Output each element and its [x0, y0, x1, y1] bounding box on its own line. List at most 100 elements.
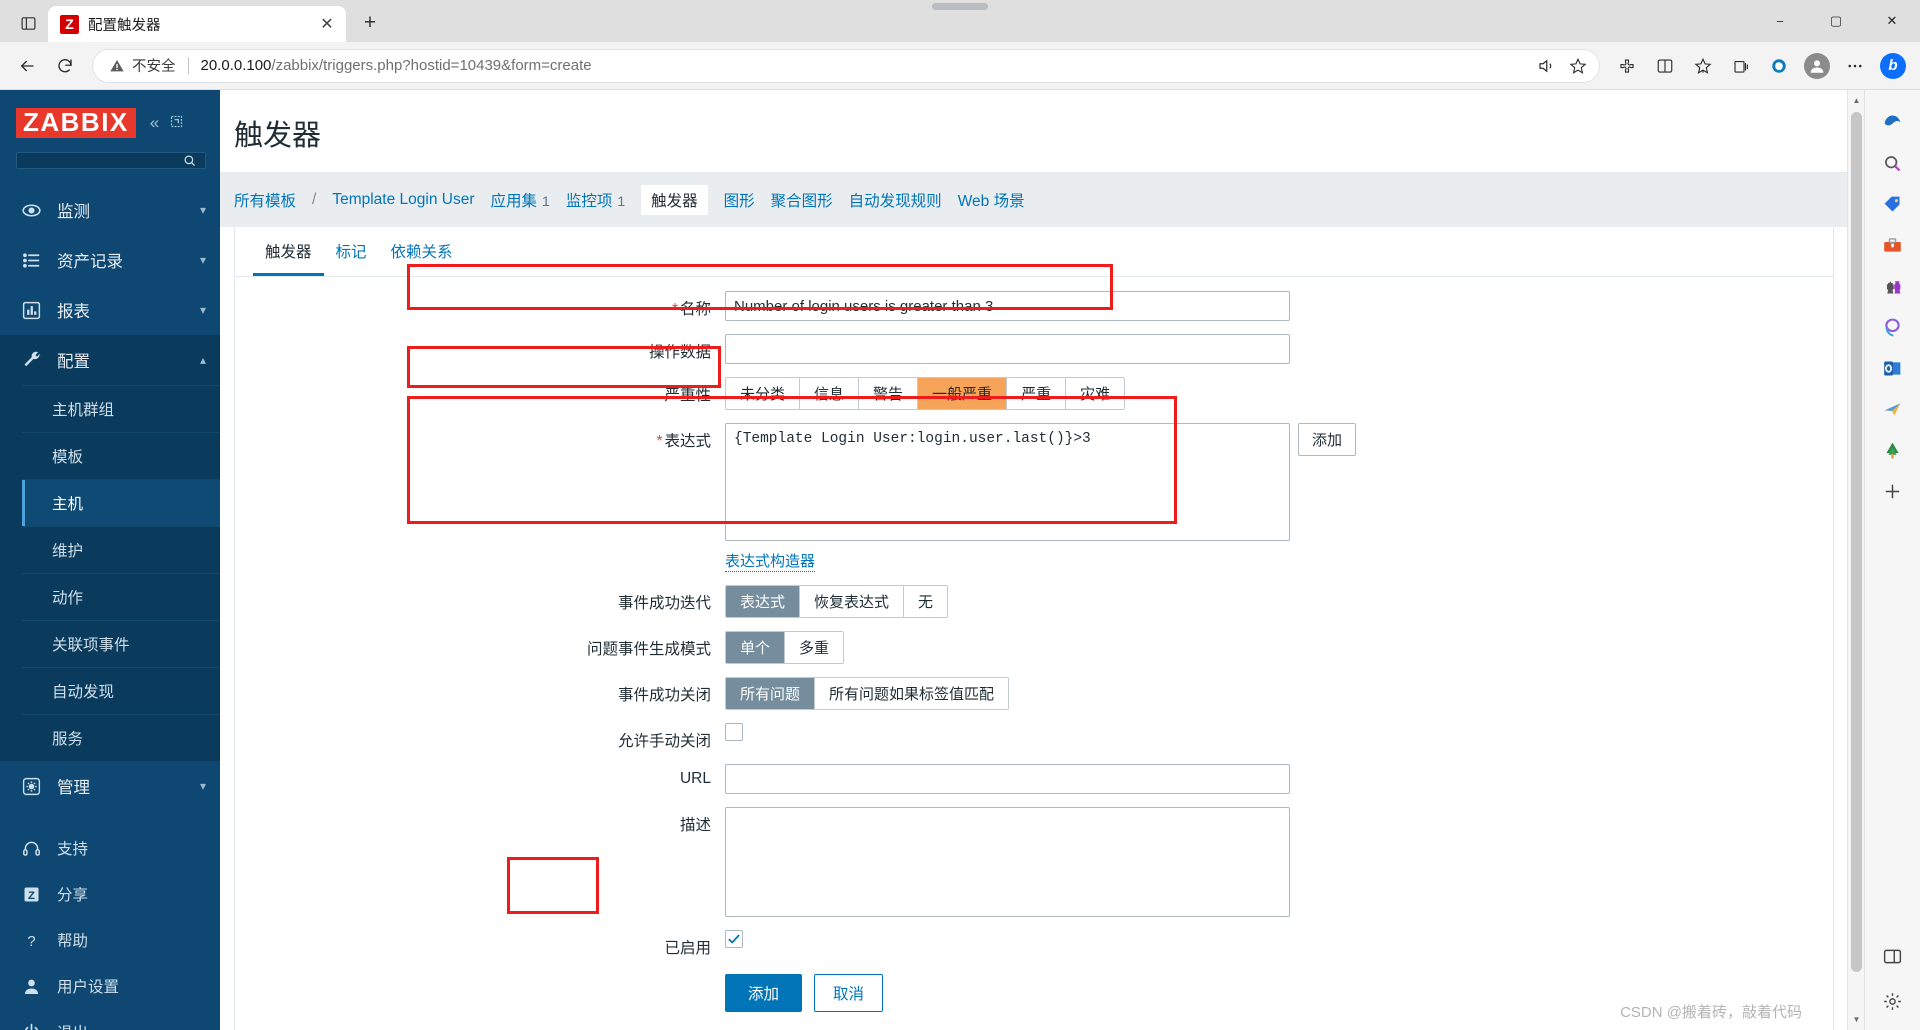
sidebar-item-administration[interactable]: 管理 ▾	[0, 761, 220, 811]
read-aloud-icon[interactable]	[1531, 51, 1561, 81]
tab-dependencies[interactable]: 依赖关系	[379, 227, 465, 276]
opdata-input[interactable]	[725, 334, 1290, 364]
window-drag-handle[interactable]	[932, 3, 988, 10]
expression-add-button[interactable]: 添加	[1298, 423, 1357, 456]
sidebar-item-hosts[interactable]: 主机	[22, 479, 220, 527]
breadcrumb-all-templates[interactable]: 所有模板	[234, 189, 296, 211]
sidebar-item-maintenance[interactable]: 维护	[22, 526, 220, 573]
severity-option-disaster[interactable]: 灾难	[1066, 378, 1125, 409]
severity-option-high[interactable]: 严重	[1007, 378, 1067, 409]
edge-essentials-icon[interactable]	[1762, 49, 1796, 83]
collapse-chevrons-icon[interactable]: «	[150, 113, 159, 133]
ok-close-option-all-problems[interactable]: 所有问题	[726, 678, 816, 709]
outlook-icon[interactable]	[1873, 348, 1913, 389]
search-icon	[184, 155, 195, 167]
address-bar[interactable]: 不安全 20.0.0.100/zabbix/triggers.php?hosti…	[92, 48, 1600, 83]
breadcrumb-tab-graphs[interactable]: 图形	[724, 189, 755, 211]
tab-trigger[interactable]: 触发器	[253, 227, 324, 276]
enabled-checkbox[interactable]	[725, 930, 743, 948]
price-tag-icon[interactable]	[1873, 184, 1913, 225]
expression-textarea[interactable]	[725, 423, 1290, 541]
ok-event-option-expression[interactable]: 表达式	[726, 586, 801, 617]
sidebar-item-discovery[interactable]: 自动发现	[22, 667, 220, 714]
problem-mode-option-multiple[interactable]: 多重	[785, 632, 844, 663]
split-pane-icon[interactable]	[1873, 936, 1913, 977]
close-icon[interactable]: ✕	[314, 11, 340, 37]
sidebar-item-user-settings[interactable]: 用户设置	[0, 963, 220, 1009]
sidebar-item-services[interactable]: 服务	[22, 714, 220, 761]
breadcrumb-tab-discovery-rules[interactable]: 自动发现规则	[849, 189, 942, 211]
tree-icon[interactable]	[1873, 430, 1913, 471]
cancel-button[interactable]: 取消	[814, 974, 884, 1012]
severity-option-information[interactable]: 信息	[800, 378, 860, 409]
maximize-button[interactable]: ▢	[1808, 0, 1864, 42]
new-tab-icon[interactable]: +	[354, 7, 386, 39]
severity-option-warning[interactable]: 警告	[859, 378, 919, 409]
manual-close-checkbox[interactable]	[725, 723, 743, 741]
name-input[interactable]	[725, 291, 1290, 321]
settings-gear-icon[interactable]	[1873, 981, 1913, 1022]
description-textarea[interactable]	[725, 807, 1290, 917]
split-screen-icon[interactable]	[1648, 49, 1682, 83]
toolbox-icon[interactable]	[1873, 225, 1913, 266]
sidebar-item-inventory[interactable]: 资产记录 ▾	[0, 235, 220, 285]
sidebar-item-share[interactable]: Z 分享	[0, 871, 220, 917]
collections-icon[interactable]	[1724, 49, 1758, 83]
tab-label: 图形	[723, 193, 755, 210]
breadcrumb-template-name[interactable]: Template Login User	[332, 191, 474, 209]
zabbix-logo[interactable]: ZABBIX	[16, 108, 136, 139]
search-input[interactable]	[16, 152, 206, 170]
puzzle-icon[interactable]	[1610, 49, 1644, 83]
severity-option-average[interactable]: 一般严重	[918, 378, 1008, 409]
page-scrollbar[interactable]: ▲ ▼	[1847, 90, 1864, 1030]
search-magnifier-icon[interactable]	[1873, 143, 1913, 184]
breadcrumb-tab-screens[interactable]: 聚合图形	[771, 189, 833, 211]
sidebar-item-monitoring[interactable]: 监测 ▾	[0, 185, 220, 235]
add-button[interactable]: 添加	[725, 974, 803, 1012]
scrollbar-thumb[interactable]	[1851, 112, 1862, 972]
more-options-icon[interactable]	[1838, 49, 1872, 83]
browser-tab[interactable]: Z 配置触发器 ✕	[48, 6, 346, 42]
reload-icon[interactable]	[48, 49, 82, 83]
severity-option-not-classified[interactable]: 未分类	[726, 378, 801, 409]
sidebar-item-reports[interactable]: 报表 ▾	[0, 285, 220, 335]
sidebar-item-templates[interactable]: 模板	[22, 432, 220, 479]
breadcrumb-tab-applications[interactable]: 应用集 1	[491, 189, 550, 211]
expression-constructor-link[interactable]: 表达式构造器	[725, 550, 816, 572]
scroll-up-arrow-icon[interactable]: ▲	[1848, 92, 1864, 109]
tab-actions-icon[interactable]	[8, 6, 48, 40]
copilot-icon[interactable]	[1873, 102, 1913, 143]
sidebar-item-signout[interactable]: 退出	[0, 1009, 220, 1030]
bing-chat-icon[interactable]: b	[1876, 49, 1910, 83]
url-input[interactable]	[725, 764, 1290, 794]
expression-constructor-wrap: 表达式构造器	[725, 550, 1290, 572]
tab-tags[interactable]: 标记	[324, 227, 379, 276]
sidebar-item-event-correlation[interactable]: 关联项事件	[22, 620, 220, 667]
sidebar-item-support[interactable]: 支持	[0, 825, 220, 871]
ok-event-option-recovery-expression[interactable]: 恢复表达式	[800, 586, 905, 617]
warning-triangle-icon[interactable]: 不安全	[109, 55, 176, 76]
sidebar-item-host-groups[interactable]: 主机群组	[22, 385, 220, 432]
profile-avatar-icon[interactable]	[1800, 49, 1834, 83]
sidebar-item-help[interactable]: ? 帮助	[0, 917, 220, 963]
breadcrumb-tab-triggers[interactable]: 触发器	[641, 185, 708, 215]
ok-close-option-tag-match[interactable]: 所有问题如果标签值匹配	[815, 678, 1009, 709]
ok-event-option-none[interactable]: 无	[904, 586, 948, 617]
sidebar-item-configuration[interactable]: 配置 ▴	[0, 335, 220, 386]
breadcrumb-tab-web-scenarios[interactable]: Web 场景	[958, 189, 1025, 211]
problem-mode-option-single[interactable]: 单个	[726, 632, 786, 663]
tab-label: 自动发现规则	[848, 193, 942, 210]
close-window-button[interactable]: ✕	[1864, 0, 1920, 42]
games-icon[interactable]	[1873, 266, 1913, 307]
minimize-button[interactable]: −	[1752, 0, 1808, 42]
scroll-down-arrow-icon[interactable]: ▼	[1848, 1011, 1864, 1028]
microsoft-365-icon[interactable]	[1873, 307, 1913, 348]
expand-arrow-icon[interactable]	[169, 114, 184, 132]
breadcrumb-tab-items[interactable]: 监控项 1	[566, 189, 625, 211]
add-tool-icon[interactable]	[1873, 471, 1913, 512]
paper-plane-icon[interactable]	[1873, 389, 1913, 430]
back-arrow-icon[interactable]	[10, 49, 44, 83]
sidebar-item-actions[interactable]: 动作	[22, 573, 220, 620]
star-add-icon[interactable]	[1563, 51, 1593, 81]
favorites-star-icon[interactable]	[1686, 49, 1720, 83]
